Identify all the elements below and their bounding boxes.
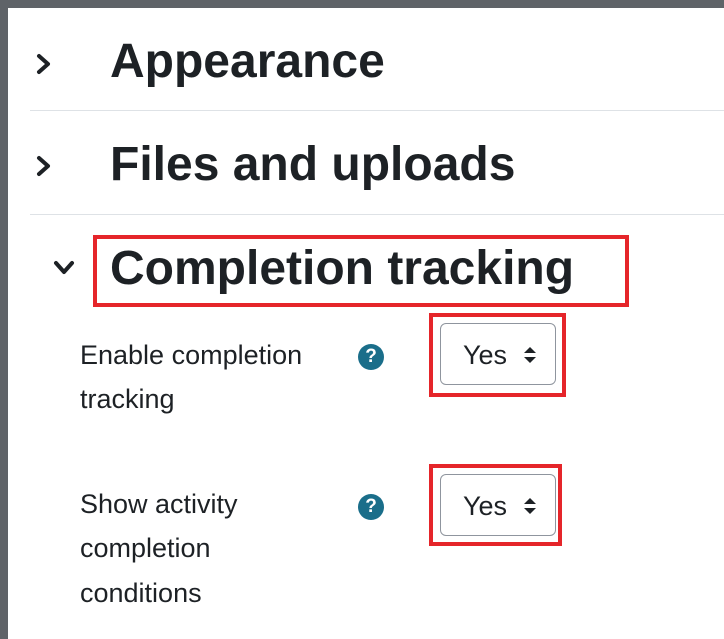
divider <box>30 214 724 215</box>
divider <box>30 110 724 111</box>
field-label-line: tracking <box>80 384 175 414</box>
question-circle-icon[interactable]: ? <box>358 494 384 520</box>
section-title-files-and-uploads[interactable]: Files and uploads <box>110 141 515 189</box>
question-circle-icon[interactable]: ? <box>358 344 384 370</box>
chevron-down-icon[interactable] <box>52 260 76 276</box>
highlight-box <box>429 464 562 546</box>
chevron-right-icon[interactable] <box>36 52 52 76</box>
section-title-appearance[interactable]: Appearance <box>110 38 385 86</box>
highlight-box <box>93 235 629 307</box>
highlight-box <box>429 313 566 397</box>
chevron-right-icon[interactable] <box>36 154 52 178</box>
field-label-line: Show activity <box>80 489 238 519</box>
settings-panel: Appearance Files and uploads Completion … <box>8 8 724 639</box>
field-label-line: completion <box>80 533 211 563</box>
field-label-line: conditions <box>80 578 202 608</box>
field-label-line: Enable completion <box>80 340 303 370</box>
